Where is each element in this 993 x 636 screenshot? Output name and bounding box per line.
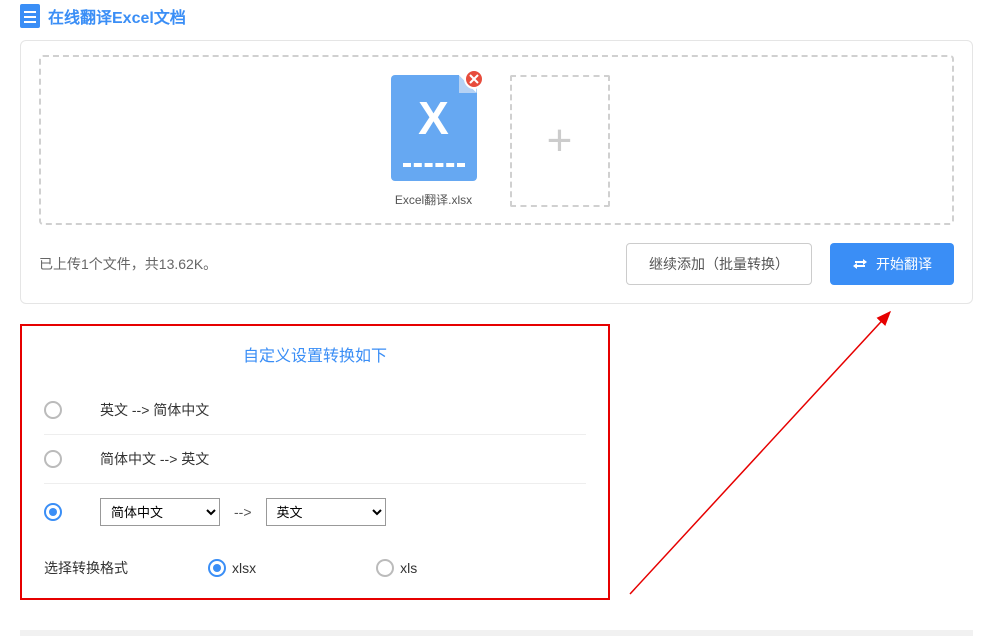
page-title-row: 在线翻译Excel文档 [20,0,973,36]
start-translate-button[interactable]: 开始翻译 [830,243,954,285]
close-icon [469,74,479,84]
settings-panel: 自定义设置转换如下 英文 --> 简体中文 简体中文 --> 英文 简体中文 -… [20,324,610,600]
settings-heading: 自定义设置转换如下 [44,342,586,366]
excel-file-icon: X [391,75,477,181]
file-name: Excel翻译.xlsx [384,191,484,208]
option-row-zh-to-en[interactable]: 简体中文 --> 英文 [44,435,586,484]
footer-divider [20,630,973,636]
format-xlsx-label: xlsx [232,560,256,576]
format-row: 选择转换格式 xlsx xls [44,540,586,578]
option-row-custom[interactable]: 简体中文 --> 英文 [44,484,586,540]
format-label: 选择转换格式 [44,558,128,578]
add-more-label: 继续添加（批量转换） [649,254,789,274]
upload-card: X Excel翻译.xlsx + 已上传1个文件，共13.62K。 继续添加（批… [20,40,973,304]
plus-icon: + [547,119,573,163]
radio-xls[interactable] [376,559,394,577]
format-xls-label: xls [400,560,417,576]
radio-zh-to-en[interactable] [44,450,62,468]
add-more-button[interactable]: 继续添加（批量转换） [626,243,812,285]
start-translate-label: 开始翻译 [876,254,932,274]
upload-status: 已上传1个文件，共13.62K。 [39,254,626,274]
radio-custom[interactable] [44,503,62,521]
drop-zone[interactable]: X Excel翻译.xlsx + [39,55,954,225]
annotation-arrow [610,294,930,614]
radio-en-to-zh[interactable] [44,401,62,419]
option-label: 简体中文 --> 英文 [100,449,209,469]
option-row-en-to-zh[interactable]: 英文 --> 简体中文 [44,386,586,435]
remove-file-button[interactable] [464,69,484,89]
to-language-select[interactable]: 英文 [266,498,386,526]
document-icon [20,4,40,28]
page-title: 在线翻译Excel文档 [48,4,186,28]
radio-xlsx[interactable] [208,559,226,577]
format-option-xls[interactable]: xls [376,559,417,577]
actions-row: 已上传1个文件，共13.62K。 继续添加（批量转换） 开始翻译 [39,243,954,285]
arrow-text: --> [228,504,258,520]
format-option-xlsx[interactable]: xlsx [208,559,256,577]
add-file-tile[interactable]: + [510,75,610,207]
option-label: 英文 --> 简体中文 [100,400,209,420]
from-language-select[interactable]: 简体中文 [100,498,220,526]
swap-icon [852,256,868,272]
file-item: X Excel翻译.xlsx [384,75,484,208]
